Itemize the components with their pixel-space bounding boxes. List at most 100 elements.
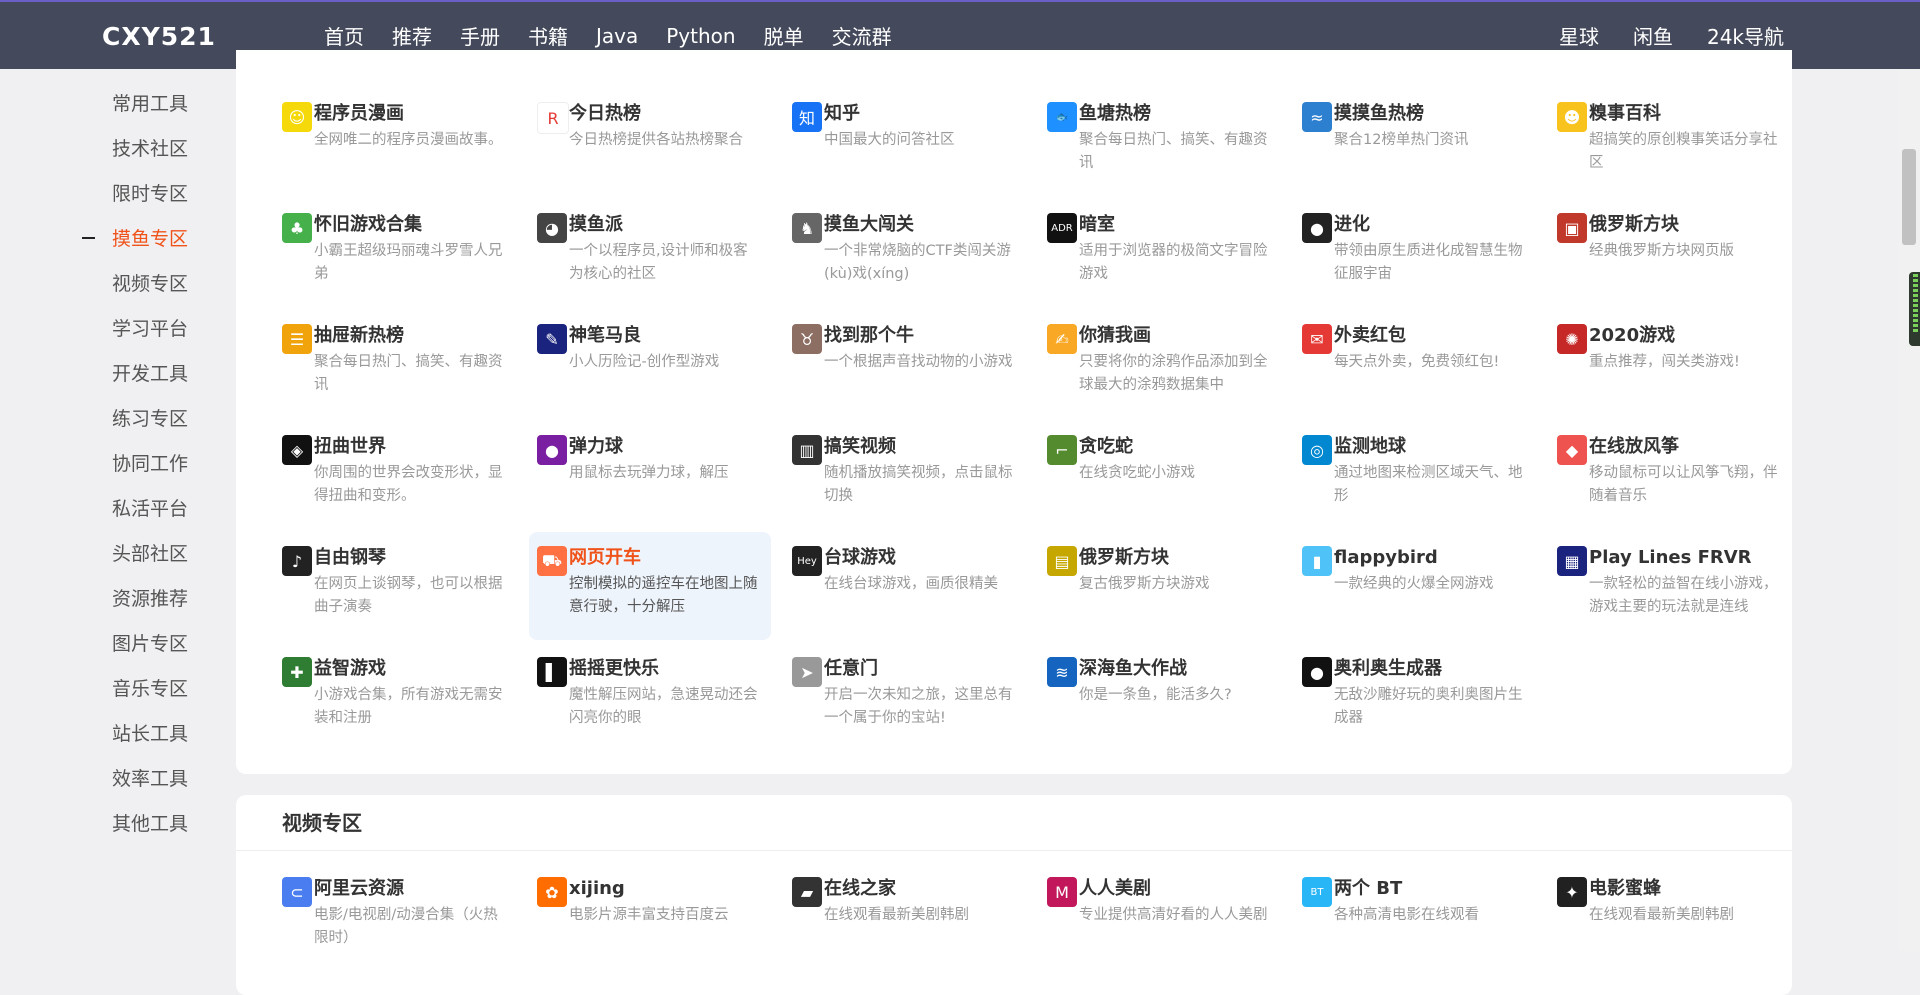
sidebar-item[interactable]: 开发工具 — [112, 359, 188, 386]
puzzle-icon: ✚ — [282, 657, 312, 687]
site-title: 扭曲世界 — [314, 436, 386, 457]
site-card[interactable]: BT 两个 BT 各种高清电影在线观看 — [1294, 863, 1536, 971]
sidebar-item[interactable]: 练习专区 — [112, 404, 188, 431]
nav-python[interactable]: Python — [666, 24, 735, 48]
site-description: 专业提供高清好看的人人美剧 — [1079, 907, 1268, 923]
site-card[interactable]: 🐟 鱼塘热榜 聚合每日热门、搞笑、有趣资讯 — [1039, 88, 1281, 196]
retro-game-icon: ♣ — [282, 213, 312, 243]
site-card[interactable]: ADR 暗室 适用于浏览器的极简文字冒险游戏 — [1039, 199, 1281, 307]
site-title: 益智游戏 — [314, 658, 386, 679]
nav-recommend[interactable]: 推荐 — [392, 21, 432, 50]
site-card[interactable]: ✿ xijing 电影片源丰富支持百度云 — [529, 863, 771, 971]
site-card[interactable]: ▦ Play Lines FRVR 一款轻松的益智在线小游戏，游戏主要的玩法就是连线 — [1549, 532, 1791, 640]
lines-icon: ▦ — [1557, 546, 1587, 576]
site-card[interactable]: ▌ 摇摇更快乐 魔性解压网站，急速晃动还会闪亮你的眼 — [529, 643, 771, 751]
sidebar-item[interactable]: 音乐专区 — [112, 674, 188, 701]
site-card[interactable]: ♪ 自由钢琴 在网页上谈钢琴，也可以根据曲子演奏 — [274, 532, 516, 640]
site-card[interactable]: ✦ 电影蜜蜂 在线观看最新美剧韩剧 — [1549, 863, 1791, 971]
site-card[interactable]: ✎ 神笔马良 小人历险记-创作型游戏 — [529, 310, 771, 418]
site-title: xijing — [569, 878, 625, 899]
site-card[interactable]: ▤ 俄罗斯方块 复古俄罗斯方块游戏 — [1039, 532, 1281, 640]
site-card[interactable]: ≋ 深海鱼大作战 你是一条鱼，能活多久? — [1039, 643, 1281, 751]
page-scrollbar[interactable] — [1898, 69, 1920, 951]
site-card[interactable]: ♉ 找到那个牛 一个根据声音找动物的小游戏 — [784, 310, 1026, 418]
xijing-icon: ✿ — [537, 877, 567, 907]
site-card[interactable]: ♞ 摸鱼大闯关 一个非常烧脑的CTF类闯关游(kù)戏(xíng) — [784, 199, 1026, 307]
site-description: 你是一条鱼，能活多久? — [1079, 687, 1232, 703]
site-card[interactable]: ◎ 监测地球 通过地图来检测区域天气、地形 — [1294, 421, 1536, 529]
site-card[interactable]: 知知乎 中国最大的问答社区 — [784, 88, 1026, 196]
nav-home[interactable]: 首页 — [324, 21, 364, 50]
site-card[interactable]: ◆ 在线放风筝 移动鼠标可以让风筝飞翔，伴随着音乐 — [1549, 421, 1791, 529]
site-card[interactable]: ▰ 在线之家 在线观看最新美剧韩剧 — [784, 863, 1026, 971]
site-card[interactable]: ◕ 摸鱼派 一个以程序员,设计师和极客为核心的社区 — [529, 199, 771, 307]
sidebar-item[interactable]: 视频专区 — [112, 269, 188, 296]
site-card[interactable]: ✉ 外卖红包 每天点外卖，免费领红包! — [1294, 310, 1536, 418]
site-title: 弹力球 — [569, 436, 623, 457]
site-description: 魔性解压网站，急速晃动还会闪亮你的眼 — [569, 687, 758, 726]
site-description: 聚合每日热门、搞笑、有趣资讯 — [1079, 132, 1268, 171]
site-card[interactable]: ● 弹力球 用鼠标去玩弹力球，解压 — [529, 421, 771, 529]
nav-dating[interactable]: 脱单 — [764, 21, 804, 50]
sidebar-item[interactable]: 学习平台 — [112, 314, 188, 341]
nav-books[interactable]: 书籍 — [528, 21, 568, 50]
site-card[interactable]: ☻ 糗事百科 超搞笑的原创糗事笑话分享社区 — [1549, 88, 1791, 196]
site-card[interactable]: R 今日热榜 今日热榜提供各站热榜聚合 — [529, 88, 771, 196]
bee-icon: ✦ — [1557, 877, 1587, 907]
sidebar-item[interactable]: 协同工作 — [112, 449, 188, 476]
nav-planet[interactable]: 星球 — [1559, 21, 1599, 50]
sidebar-item[interactable]: 资源推荐 — [112, 584, 188, 611]
sidebar-item[interactable]: 摸鱼专区 — [112, 224, 188, 251]
nav-xianyu[interactable]: 闲鱼 — [1633, 21, 1673, 50]
site-card[interactable]: ➤ 任意门 开启一次未知之旅，这里总有一个属于你的宝站! — [784, 643, 1026, 751]
site-title: 神笔马良 — [569, 325, 641, 346]
site-card[interactable]: ☰ 抽屉新热榜 聚合每日热门、搞笑、有趣资讯 — [274, 310, 516, 418]
site-card[interactable]: ⌐ 贪吃蛇 在线贪吃蛇小游戏 — [1039, 421, 1281, 529]
site-card[interactable]: ▮ flappybird 一款经典的火爆全网游戏 — [1294, 532, 1536, 640]
site-description: 控制模拟的遥控车在地图上随意行驶，十分解压 — [569, 576, 758, 615]
sidebar-item[interactable]: 图片专区 — [112, 629, 188, 656]
site-card[interactable]: ♣ 怀旧游戏合集 小霸王超级玛丽魂斗罗雪人兄弟 — [274, 199, 516, 307]
nav-java[interactable]: Java — [596, 24, 638, 48]
site-logo[interactable]: CXY521 — [102, 22, 216, 51]
site-title: 在线放风筝 — [1589, 436, 1679, 457]
site-description: 适用于浏览器的极简文字冒险游戏 — [1079, 243, 1268, 282]
site-card[interactable]: ✚ 益智游戏 小游戏合集，所有游戏无需安装和注册 — [274, 643, 516, 751]
site-card[interactable]: M 人人美剧 专业提供高清好看的人人美剧 — [1039, 863, 1281, 971]
scrollbar-thumb[interactable] — [1902, 149, 1916, 245]
site-card[interactable]: ▣ 俄罗斯方块 经典俄罗斯方块网页版 — [1549, 199, 1791, 307]
site-card[interactable]: ⛟ 网页开车 控制模拟的遥控车在地图上随意行驶，十分解压 — [529, 532, 771, 640]
sidebar-item[interactable]: 站长工具 — [112, 719, 188, 746]
site-card[interactable]: ⊂ 阿里云资源 电影/电视剧/动漫合集（火热限时） — [274, 863, 516, 971]
shake-icon: ▌ — [537, 657, 567, 687]
nav-24k[interactable]: 24k导航 — [1707, 21, 1784, 50]
site-card[interactable]: ≈ 摸摸鱼热榜 聚合12榜单热门资讯 — [1294, 88, 1536, 196]
sidebar-item[interactable]: 私活平台 — [112, 494, 188, 521]
site-title: 摸鱼大闯关 — [824, 214, 914, 235]
sidebar-item[interactable]: 限时专区 — [112, 179, 188, 206]
site-card[interactable]: ▥ 搞笑视频 随机播放搞笑视频，点击鼠标切换 — [784, 421, 1026, 529]
tv-bars-icon: ▥ — [792, 435, 822, 465]
hey-icon: Hey — [792, 546, 822, 576]
site-title: 进化 — [1334, 214, 1370, 235]
site-card[interactable]: ☺ 程序员漫画 全网唯二的程序员漫画故事。 — [274, 88, 516, 196]
nav-manual[interactable]: 手册 — [460, 21, 500, 50]
site-description: 经典俄罗斯方块网页版 — [1589, 243, 1734, 259]
zhihu-icon: 知 — [792, 102, 822, 132]
site-description: 各种高清电影在线观看 — [1334, 907, 1479, 923]
sidebar-item[interactable]: 头部社区 — [112, 539, 188, 566]
site-title: 在线之家 — [824, 878, 896, 899]
site-card[interactable]: ◈ 扭曲世界 你周围的世界会改变形状，显得扭曲和变形。 — [274, 421, 516, 529]
site-card[interactable]: Hey 台球游戏 在线台球游戏，画质很精美 — [784, 532, 1026, 640]
sidebar-item[interactable]: 效率工具 — [112, 764, 188, 791]
sidebar-item[interactable]: 其他工具 — [112, 809, 188, 836]
site-card[interactable]: ✺ 2020游戏 重点推荐，闯关类游戏! — [1549, 310, 1791, 418]
site-title: 俄罗斯方块 — [1079, 547, 1169, 568]
site-card[interactable]: ● 进化 带领由原生质进化成智慧生物征服宇宙 — [1294, 199, 1536, 307]
site-card[interactable]: ● 奥利奥生成器 无敌沙雕好玩的奥利奥图片生成器 — [1294, 643, 1536, 751]
site-card[interactable]: ✍ 你猜我画 只要将你的涂鸦作品添加到全球最大的涂鸦数据集中 — [1039, 310, 1281, 418]
sidebar-item[interactable]: 技术社区 — [112, 134, 188, 161]
flappybird-icon: ▮ — [1302, 546, 1332, 576]
nav-group[interactable]: 交流群 — [832, 21, 892, 50]
sidebar-item[interactable]: 常用工具 — [112, 89, 188, 116]
